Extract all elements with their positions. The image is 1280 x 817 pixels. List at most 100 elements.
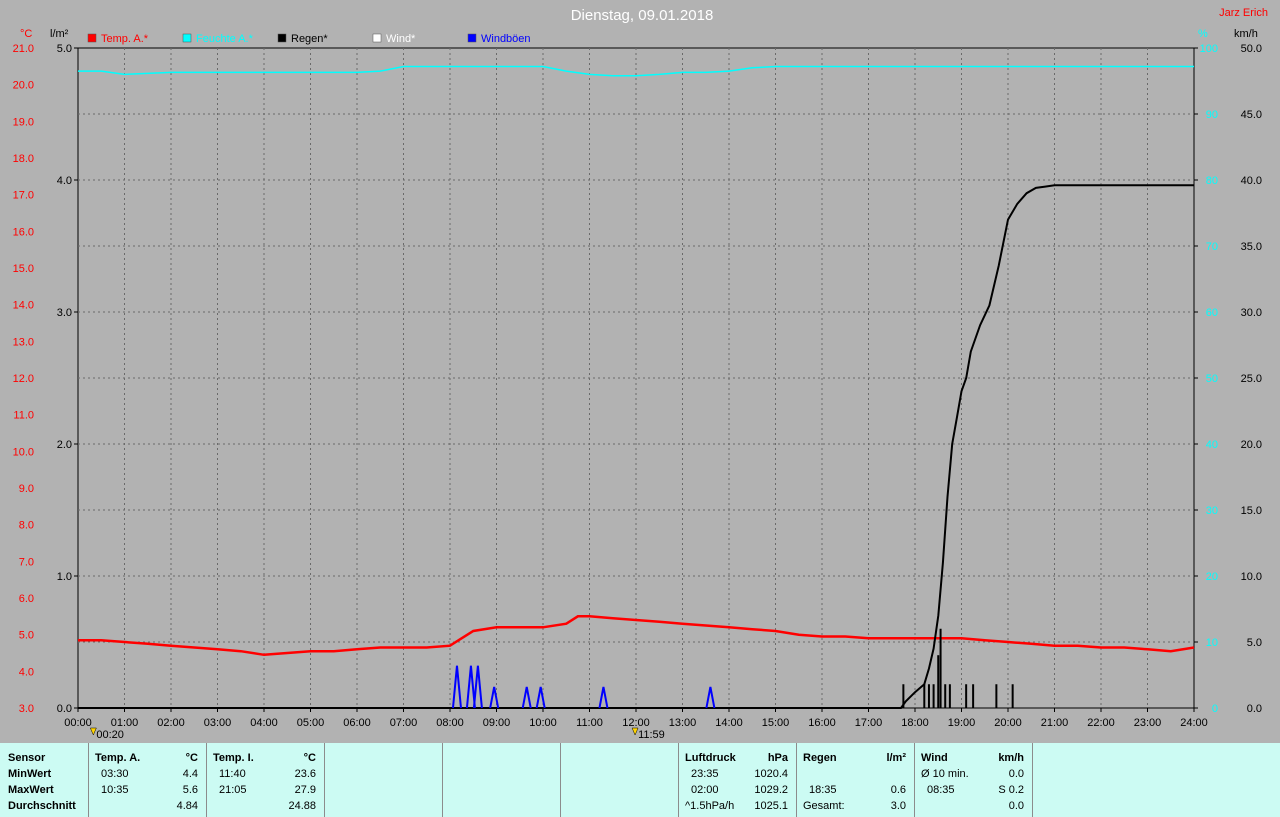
- wind-tick-label: 40.0: [1241, 175, 1262, 187]
- pressure-max-time: 02:00: [691, 784, 719, 796]
- temp-a-unit: °C: [185, 752, 198, 764]
- rain-unit: l/m²: [886, 752, 906, 764]
- temp-a-min-time: 03:30: [101, 768, 129, 780]
- rain-axis-unit: l/m²: [50, 28, 69, 40]
- humidity-tick-label: 20: [1206, 571, 1218, 583]
- wind-tick-label: 50.0: [1241, 43, 1262, 55]
- gust-peak: [535, 686, 546, 709]
- humidity-tick-label: 100: [1200, 43, 1218, 55]
- humidity-tick-label: 60: [1206, 307, 1218, 319]
- temp-tick-label: 21.0: [13, 43, 34, 55]
- x-tick-label: 15:00: [762, 717, 790, 729]
- x-tick-label: 20:00: [994, 717, 1022, 729]
- x-tick-label: 05:00: [297, 717, 325, 729]
- temp-tick-label: 8.0: [19, 520, 34, 532]
- divider: [1032, 743, 1033, 817]
- divider: [678, 743, 679, 817]
- temp-tick-label: 7.0: [19, 556, 34, 568]
- temp-tick-label: 10.0: [13, 446, 34, 458]
- wind-tick-label: 20.0: [1241, 439, 1262, 451]
- rain-max-value: 0.6: [890, 784, 906, 796]
- temp-tick-label: 18.0: [13, 153, 34, 165]
- pressure-trend-label: ^1.5hPa/h: [685, 800, 735, 812]
- wind-tick-label: 30.0: [1241, 307, 1262, 319]
- row-label-avg: Durchschnitt: [8, 800, 76, 812]
- axis-labels: 00:00 01:00 02:00 03:00 04:00 05:00 06:00 07:00…: [13, 43, 1262, 729]
- divider: [442, 743, 443, 817]
- time-markers: 00:20 11:59: [89, 727, 665, 741]
- humidity-tick-label: 70: [1206, 241, 1218, 253]
- temp-a-title: Temp. A.: [95, 752, 141, 764]
- temp-axis-unit: °C: [20, 28, 32, 40]
- x-tick-label: 02:00: [157, 717, 185, 729]
- divider: [206, 743, 207, 817]
- humidity-axis-unit: %: [1198, 28, 1208, 40]
- gust-peak: [472, 665, 483, 709]
- wind-tick-label: 35.0: [1241, 241, 1262, 253]
- temp-tick-label: 12.0: [13, 373, 34, 385]
- legend-swatch: [182, 33, 192, 43]
- wind-avg10-value: 0.0: [1008, 768, 1024, 780]
- rain-tick-label: 5.0: [57, 43, 72, 55]
- rain-tick-label: 0.0: [57, 703, 72, 715]
- wind-title: Wind: [921, 752, 948, 764]
- humidity-tick-label: 30: [1206, 505, 1218, 517]
- temp-i-max-value: 27.9: [294, 784, 316, 796]
- rain-tick-label: 3.0: [57, 307, 72, 319]
- stats-panel: Sensor MinWert MaxWert Durchschnitt Temp…: [0, 743, 1280, 817]
- legend-swatch: [372, 33, 382, 43]
- temp-i-max-time: 21:05: [219, 784, 247, 796]
- wind-tick-label: 45.0: [1241, 109, 1262, 121]
- humidity-tick-label: 80: [1206, 175, 1218, 187]
- x-tick-label: 16:00: [808, 717, 836, 729]
- x-tick-label: 06:00: [343, 717, 371, 729]
- legend-label: Windböen: [481, 33, 531, 45]
- weather-chart: Dienstag, 09.01.2018 Jarz Erich °C l/m² …: [13, 7, 1268, 741]
- humidity-tick-label: 90: [1206, 109, 1218, 121]
- x-tick-label: 24:00: [1180, 717, 1208, 729]
- wind-max-time: 08:35: [927, 784, 955, 796]
- temp-i-unit: °C: [303, 752, 316, 764]
- x-tick-label: 09:00: [483, 717, 511, 729]
- legend-label: Temp. A.*: [101, 33, 149, 45]
- temp-i-avg-value: 24.88: [288, 800, 316, 812]
- rain-title: Regen: [803, 752, 837, 764]
- sensor-header: Sensor: [8, 752, 46, 764]
- temp-tick-label: 4.0: [19, 666, 34, 678]
- x-tick-label: 03:00: [204, 717, 232, 729]
- wind-tick-label: 25.0: [1241, 373, 1262, 385]
- gust-peak: [451, 665, 462, 709]
- divider: [796, 743, 797, 817]
- pressure-avg-value: 1025.1: [754, 800, 788, 812]
- temp-tick-label: 15.0: [13, 263, 34, 275]
- author-label: Jarz Erich: [1219, 7, 1268, 19]
- marker-label: 00:20: [96, 729, 124, 741]
- wind-unit: km/h: [998, 752, 1024, 764]
- rain-tick-label: 4.0: [57, 175, 72, 187]
- x-tick-label: 22:00: [1087, 717, 1115, 729]
- x-tick-label: 14:00: [715, 717, 743, 729]
- temp-tick-label: 6.0: [19, 593, 34, 605]
- temp-tick-label: 11.0: [13, 410, 34, 422]
- x-tick-label: 18:00: [901, 717, 929, 729]
- temp-tick-label: 9.0: [19, 483, 34, 495]
- pressure-min-time: 23:35: [691, 768, 719, 780]
- row-label-min: MinWert: [8, 768, 52, 780]
- wind-axis-unit: km/h: [1234, 28, 1258, 40]
- divider: [88, 743, 89, 817]
- temp-a-max-time: 10:35: [101, 784, 129, 796]
- temp-a-min-value: 4.4: [182, 768, 198, 780]
- temp-tick-label: 16.0: [13, 226, 34, 238]
- x-tick-label: 10:00: [529, 717, 557, 729]
- humidity-tick-label: 40: [1206, 439, 1218, 451]
- temp-tick-label: 19.0: [13, 116, 34, 128]
- series-layer: [78, 65, 1195, 709]
- wind-avg10-label: Ø 10 min.: [921, 768, 969, 780]
- legend-swatch: [87, 33, 97, 43]
- x-tick-label: 17:00: [855, 717, 883, 729]
- temp-tick-label: 13.0: [13, 336, 34, 348]
- x-tick-label: 08:00: [436, 717, 464, 729]
- temp-tick-label: 3.0: [19, 703, 34, 715]
- row-label-max: MaxWert: [8, 784, 54, 796]
- rain-max-time: 18:35: [809, 784, 837, 796]
